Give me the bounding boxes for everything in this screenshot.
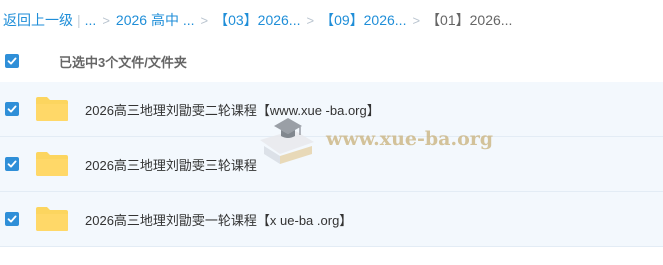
check-icon — [7, 105, 17, 113]
select-all-checkbox[interactable] — [5, 54, 19, 68]
breadcrumb-separator: > — [412, 12, 421, 28]
check-icon — [7, 215, 17, 223]
folder-icon — [36, 97, 68, 121]
file-name[interactable]: 2026高三地理刘勖雯二轮课程【www.xue -ba.org】 — [85, 100, 380, 119]
breadcrumb-divider: | — [77, 12, 81, 28]
selection-bar: 已选中3个文件/文件夹 — [0, 40, 663, 83]
row-checkbox[interactable] — [5, 102, 19, 116]
breadcrumb: 返回上一级 | ... > 2026 高中 ... > 【03】2026... … — [0, 0, 663, 40]
breadcrumb-item-current: 【01】2026... — [426, 12, 513, 28]
breadcrumb-separator: > — [102, 12, 110, 28]
breadcrumb-item-03[interactable]: 【03】2026... — [214, 10, 300, 30]
breadcrumb-item-09[interactable]: 【09】2026... — [320, 10, 406, 30]
check-icon — [7, 57, 17, 65]
breadcrumb-separator: > — [200, 12, 209, 28]
breadcrumb-ellipsis[interactable]: ... — [85, 12, 97, 28]
row-checkbox[interactable] — [5, 212, 19, 226]
breadcrumb-separator: > — [306, 12, 315, 28]
folder-icon — [36, 207, 68, 231]
list-item[interactable]: 2026高三地理刘勖雯三轮课程 — [0, 137, 663, 192]
selection-count-label: 已选中3个文件/文件夹 — [59, 55, 187, 70]
breadcrumb-item-high-school[interactable]: 2026 高中 ... — [116, 10, 195, 30]
back-link[interactable]: 返回上一级 — [3, 10, 73, 30]
row-checkbox[interactable] — [5, 157, 19, 171]
list-item[interactable]: 2026高三地理刘勖雯一轮课程【x ue-ba .org】 — [0, 192, 663, 247]
list-item[interactable]: 2026高三地理刘勖雯二轮课程【www.xue -ba.org】 — [0, 82, 663, 137]
file-name[interactable]: 2026高三地理刘勖雯三轮课程 — [85, 155, 257, 174]
check-icon — [7, 160, 17, 168]
file-name[interactable]: 2026高三地理刘勖雯一轮课程【x ue-ba .org】 — [85, 210, 352, 229]
folder-icon — [36, 152, 68, 176]
